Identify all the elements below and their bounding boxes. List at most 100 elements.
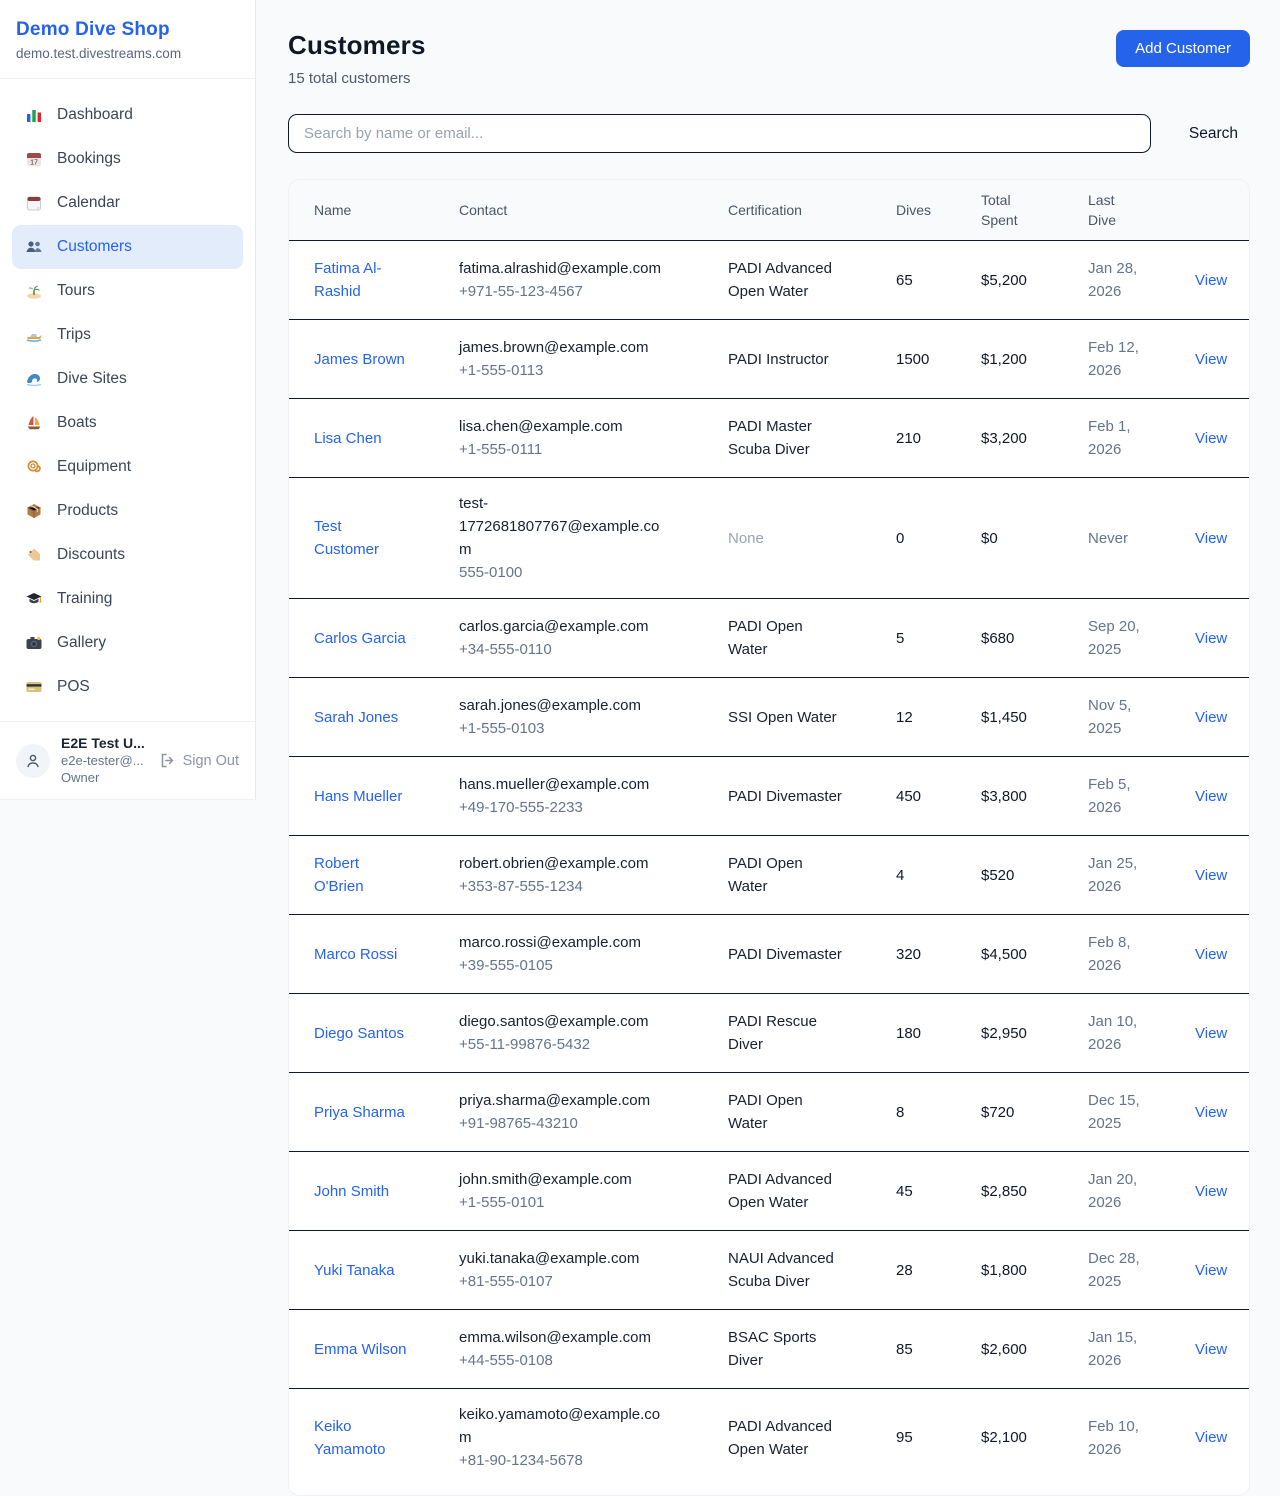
user-meta: E2E Test U... e2e-tester@... Owner: [61, 735, 145, 786]
view-link[interactable]: View: [1195, 351, 1227, 368]
view-link[interactable]: View: [1195, 430, 1227, 447]
calendar-pad-icon: [24, 193, 44, 213]
customer-total-spent: $2,850: [981, 1166, 1088, 1217]
customer-email: john.smith@example.com: [459, 1168, 670, 1191]
sidebar-item-boats[interactable]: Boats: [12, 401, 243, 445]
sidebar-item-gallery[interactable]: Gallery: [12, 621, 243, 665]
customer-certification: PADI Advanced Open Water: [728, 243, 896, 317]
view-link[interactable]: View: [1195, 1429, 1227, 1446]
sailboat-icon: [24, 413, 44, 433]
table-row: Carlos Garciacarlos.garcia@example.com+3…: [289, 599, 1249, 678]
customer-contact: lisa.chen@example.com+1-555-0111: [459, 401, 728, 475]
customer-certification: PADI Master Scuba Diver: [728, 401, 896, 475]
sidebar-item-pos[interactable]: POS: [12, 665, 243, 709]
sign-out-button[interactable]: Sign Out: [159, 752, 239, 769]
customer-name-link[interactable]: Priya Sharma: [314, 1101, 405, 1124]
customer-dives: 28: [896, 1245, 981, 1296]
sidebar-item-equipment[interactable]: Equipment: [12, 445, 243, 489]
column-header-certification: Certification: [728, 190, 896, 230]
sidebar-item-discounts[interactable]: Discounts: [12, 533, 243, 577]
view-link[interactable]: View: [1195, 867, 1227, 884]
customer-phone: +1-555-0111: [459, 438, 670, 461]
sidebar-item-dive-sites[interactable]: Dive Sites: [12, 357, 243, 401]
user-name: E2E Test U...: [61, 735, 145, 752]
customer-name-link[interactable]: Marco Rossi: [314, 943, 397, 966]
customer-last-dive: Dec 28, 2025: [1088, 1233, 1195, 1307]
customer-name-link[interactable]: James Brown: [314, 348, 405, 371]
customer-last-dive: Sep 20, 2025: [1088, 601, 1195, 675]
customer-contact: test-1772681807767@example.com555-0100: [459, 478, 728, 598]
view-link[interactable]: View: [1195, 946, 1227, 963]
table-row: Lisa Chen lisa.chen@example.com+1-555-011…: [289, 399, 1249, 478]
view-link[interactable]: View: [1195, 1025, 1227, 1042]
customer-phone: +49-170-555-2233: [459, 796, 670, 819]
search-button[interactable]: Search: [1177, 125, 1250, 143]
column-header-total-spent: Total Spent: [981, 180, 1088, 240]
person-icon: [25, 753, 41, 769]
view-link[interactable]: View: [1195, 630, 1227, 647]
customer-last-dive: Jan 25, 2026: [1088, 838, 1195, 912]
view-link[interactable]: View: [1195, 1183, 1227, 1200]
sidebar-item-calendar[interactable]: Calendar: [12, 181, 243, 225]
customer-name-link[interactable]: Yuki Tanaka: [314, 1259, 395, 1282]
customer-email: marco.rossi@example.com: [459, 931, 670, 954]
sidebar-item-customers[interactable]: Customers: [12, 225, 243, 269]
customer-total-spent: $1,800: [981, 1245, 1088, 1296]
customer-name-link[interactable]: Hans Mueller: [314, 785, 402, 808]
customer-email: emma.wilson@example.com: [459, 1326, 670, 1349]
view-link[interactable]: View: [1195, 788, 1227, 805]
search-input[interactable]: [288, 114, 1151, 153]
customer-total-spent: $680: [981, 613, 1088, 664]
package-icon: [24, 501, 44, 521]
customer-name-link[interactable]: Sarah Jones: [314, 706, 398, 729]
sidebar-item-bookings[interactable]: 17Bookings: [12, 137, 243, 181]
customer-name-link[interactable]: Fatima Al-Rashid: [314, 257, 410, 303]
sidebar-item-label: Boats: [57, 414, 97, 432]
customer-name-link[interactable]: Lisa Chen: [314, 427, 382, 450]
view-link[interactable]: View: [1195, 709, 1227, 726]
customer-total-spent: $2,600: [981, 1324, 1088, 1375]
view-link[interactable]: View: [1195, 1104, 1227, 1121]
customer-name-link[interactable]: Carlos Garcia: [314, 627, 406, 650]
table-row: Fatima Al-Rashidfatima.alrashid@example.…: [289, 241, 1249, 320]
customer-name-link[interactable]: Robert O'Brien: [314, 852, 410, 898]
view-link[interactable]: View: [1195, 1341, 1227, 1358]
view-link[interactable]: View: [1195, 272, 1227, 289]
sidebar-item-products[interactable]: Products: [12, 489, 243, 533]
customer-last-dive: Feb 1, 2026: [1088, 401, 1195, 475]
search-row: Search: [288, 114, 1250, 153]
sidebar-item-label: Gallery: [57, 634, 106, 652]
sidebar-item-tours[interactable]: Tours: [12, 269, 243, 313]
view-link[interactable]: View: [1195, 1262, 1227, 1279]
customer-total-spent: $520: [981, 850, 1088, 901]
customer-name-link[interactable]: Emma Wilson: [314, 1338, 407, 1361]
table-row: James Brownjames.brown@example.com+1-555…: [289, 320, 1249, 399]
customer-certification: PADI Advanced Open Water: [728, 1154, 896, 1228]
customer-phone: +44-555-0108: [459, 1349, 670, 1372]
customer-contact: hans.mueller@example.com+49-170-555-2233: [459, 759, 728, 833]
sidebar-item-label: Tours: [57, 282, 95, 300]
sidebar-item-label: Training: [57, 590, 112, 608]
sidebar-item-dashboard[interactable]: Dashboard: [12, 93, 243, 137]
customer-phone: +39-555-0105: [459, 954, 670, 977]
table-row: Emma Wilson emma.wilson@example.com+44-55…: [289, 1310, 1249, 1389]
brand-name: Demo Dive Shop: [16, 19, 239, 41]
customer-certification: PADI Advanced Open Water: [728, 1401, 896, 1475]
customer-email: lisa.chen@example.com: [459, 415, 670, 438]
customer-dives: 0: [896, 513, 981, 564]
customer-name-link[interactable]: John Smith: [314, 1180, 389, 1203]
add-customer-button[interactable]: Add Customer: [1116, 30, 1250, 67]
view-link[interactable]: View: [1195, 530, 1227, 547]
customer-last-dive: Jan 28, 2026: [1088, 243, 1195, 317]
customer-name-link[interactable]: Test Customer: [314, 515, 410, 561]
sidebar-item-training[interactable]: Training: [12, 577, 243, 621]
customer-last-dive: Jan 10, 2026: [1088, 996, 1195, 1070]
customer-name-link[interactable]: Keiko Yamamoto: [314, 1415, 410, 1461]
sidebar-item-trips[interactable]: Trips: [12, 313, 243, 357]
diving-mask-icon: [24, 457, 44, 477]
page-title: Customers: [288, 30, 426, 61]
customer-phone: +34-555-0110: [459, 638, 670, 661]
table-row: Sarah Jonessarah.jones@example.com+1-555…: [289, 678, 1249, 757]
customer-name-link[interactable]: Diego Santos: [314, 1022, 404, 1045]
table-row: Yuki Tanakayuki.tanaka@example.com+81-55…: [289, 1231, 1249, 1310]
